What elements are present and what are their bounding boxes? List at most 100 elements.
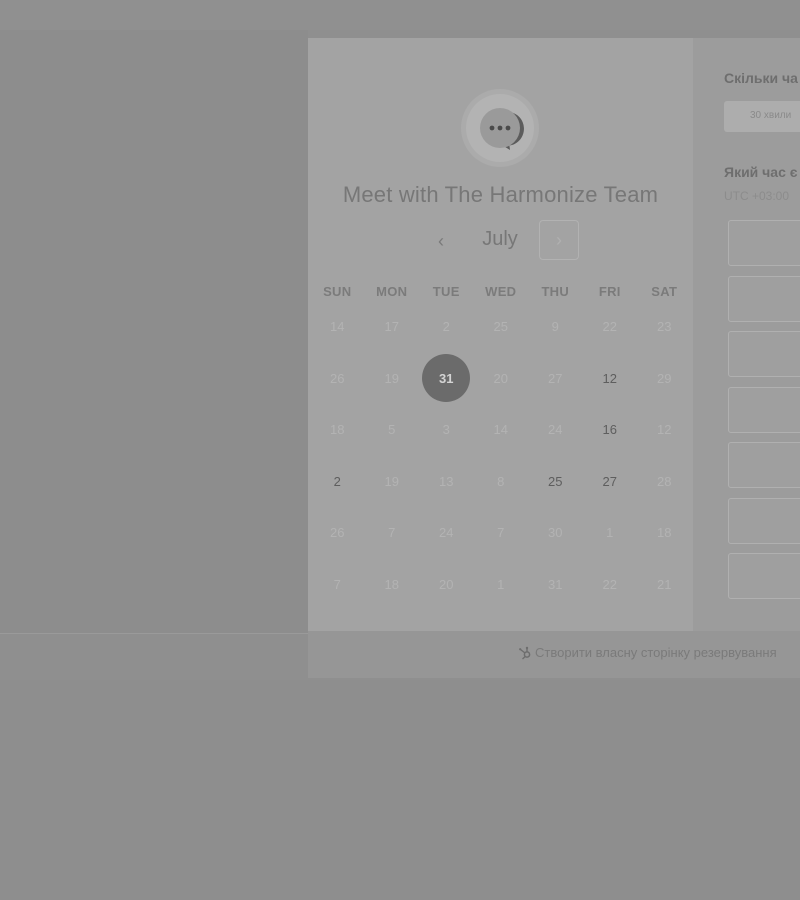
calendar-day[interactable]: 27: [583, 456, 638, 508]
calendar-day: 3: [419, 404, 474, 456]
calendar-day: 26: [310, 353, 365, 405]
calendar-day: 1: [583, 507, 638, 559]
calendar-day-number: 26: [330, 370, 345, 386]
calendar-day: 18: [310, 404, 365, 456]
weekday-label: THU: [541, 284, 570, 299]
calendar-day-number: 27: [548, 370, 563, 386]
calendar-day: 12: [637, 404, 692, 456]
calendar-day[interactable]: 16: [583, 404, 638, 456]
calendar-day: 18: [637, 507, 692, 559]
calendar-day-number: 14: [330, 319, 345, 335]
calendar-grid: 14 17 2 25 9 22 23 26 19 31 20 27 12 29 18 5 3 14 24 16 12 2 1…: [310, 301, 691, 610]
booking-title: Meet with The Harmonize Team: [342, 182, 659, 207]
calendar-day-number: 2: [333, 473, 341, 489]
booking-card: Meet with The Harmonize Team ‹ July › SU…: [308, 38, 693, 631]
calendar-day: 23: [637, 301, 692, 353]
calendar-day-selected[interactable]: 31: [419, 353, 474, 405]
calendar-day-number: 18: [384, 576, 399, 592]
calendar-day-number: 1: [606, 525, 614, 541]
calendar-day: 28: [637, 456, 692, 508]
calendar-day-number: 12: [657, 422, 672, 438]
calendar-day: 13: [419, 456, 474, 508]
calendar-day-number: 13: [439, 473, 454, 489]
calendar-day-number: 28: [657, 473, 672, 489]
next-month-button[interactable]: ›: [539, 220, 579, 260]
calendar-day-number: 19: [384, 473, 399, 489]
calendar-day: 29: [637, 353, 692, 405]
calendar-day: 27: [528, 353, 583, 405]
hubspot-sprocket-icon: [519, 646, 531, 660]
time-slot-button[interactable]: [728, 442, 800, 488]
calendar-day-number: 20: [439, 576, 454, 592]
calendar-day: 21: [637, 559, 692, 611]
time-slot-button[interactable]: [728, 331, 800, 377]
calendar-day: 20: [419, 559, 474, 611]
calendar-day: 22: [583, 301, 638, 353]
time-question: Який час є: [724, 164, 798, 180]
chat-bubble-logo-icon: [461, 89, 539, 167]
calendar-day-number: 31: [548, 576, 563, 592]
calendar-day: 20: [474, 353, 529, 405]
calendar-day[interactable]: 25: [528, 456, 583, 508]
calendar-day: 24: [528, 404, 583, 456]
month-navigation: ‹ July ›: [308, 220, 693, 262]
time-slot-button[interactable]: [728, 275, 800, 322]
prev-month-button[interactable]: ‹: [426, 226, 456, 256]
calendar-day: 24: [419, 507, 474, 559]
calendar-day-number: 9: [551, 319, 559, 335]
calendar-day-number: 16: [602, 422, 617, 438]
chevron-left-icon: ‹: [438, 230, 444, 251]
calendar-day-number: 14: [493, 422, 508, 438]
calendar-day: 1: [474, 559, 529, 611]
footer-link-text: Створити власну сторінку резервування: [535, 645, 777, 660]
time-slot-button[interactable]: [728, 220, 800, 266]
weekday-label: TUE: [432, 284, 460, 299]
calendar-day-number: 3: [442, 422, 450, 438]
calendar-day: 8: [474, 456, 529, 508]
calendar-day: 7: [310, 559, 365, 611]
weekday-label: SAT: [651, 284, 678, 299]
time-slot-button[interactable]: [728, 553, 800, 599]
calendar-day-number: 12: [602, 370, 617, 386]
calendar-day-number: 27: [602, 473, 617, 489]
month-label: July: [482, 228, 518, 250]
calendar-day: 19: [365, 456, 420, 508]
calendar-day[interactable]: 2: [310, 456, 365, 508]
calendar-day-number: 1: [497, 576, 505, 592]
footer: Створити власну сторінку резервування: [308, 631, 800, 678]
time-slot-button[interactable]: [728, 497, 800, 544]
calendar-day: 22: [583, 559, 638, 611]
duration-question: Скільки ча: [724, 70, 798, 86]
timezone-label[interactable]: UTC +03:00: [724, 189, 789, 203]
calendar-day: 26: [310, 507, 365, 559]
calendar-day-number: 25: [493, 319, 508, 335]
weekday-label: FRI: [598, 284, 621, 299]
duration-option[interactable]: 30 хвили: [724, 101, 800, 132]
calendar-day-number: 17: [384, 319, 399, 335]
calendar-day: 14: [474, 404, 529, 456]
calendar-day-number: 8: [497, 473, 505, 489]
calendar-day: 25: [474, 301, 529, 353]
calendar-day-number: 7: [497, 525, 505, 541]
time-slot-button[interactable]: [728, 386, 800, 433]
calendar-day: 17: [365, 301, 420, 353]
calendar-day-number: 7: [333, 576, 341, 592]
calendar-day[interactable]: 12: [583, 353, 638, 405]
create-booking-page-link[interactable]: Створити власну сторінку резервування: [518, 645, 777, 660]
weekday-label: WED: [485, 284, 517, 299]
calendar-day: 14: [310, 301, 365, 353]
calendar-day: 31: [528, 559, 583, 611]
weekday-label: SUN: [323, 284, 352, 299]
calendar-day: 7: [474, 507, 529, 559]
calendar-day-number: 25: [548, 473, 563, 489]
calendar-day: 5: [365, 404, 420, 456]
time-selection-panel: Скільки ча 30 хвили Який час є UTC +03:0…: [693, 38, 800, 631]
calendar-day-number: 20: [493, 370, 508, 386]
calendar-day: 2: [419, 301, 474, 353]
calendar-day-number: 18: [657, 525, 672, 541]
weekday-label: MON: [376, 284, 408, 299]
calendar-day: 18: [365, 559, 420, 611]
calendar-day-number: 29: [657, 370, 672, 386]
calendar-day-number: 21: [657, 576, 672, 592]
calendar-day-number: 22: [602, 576, 617, 592]
